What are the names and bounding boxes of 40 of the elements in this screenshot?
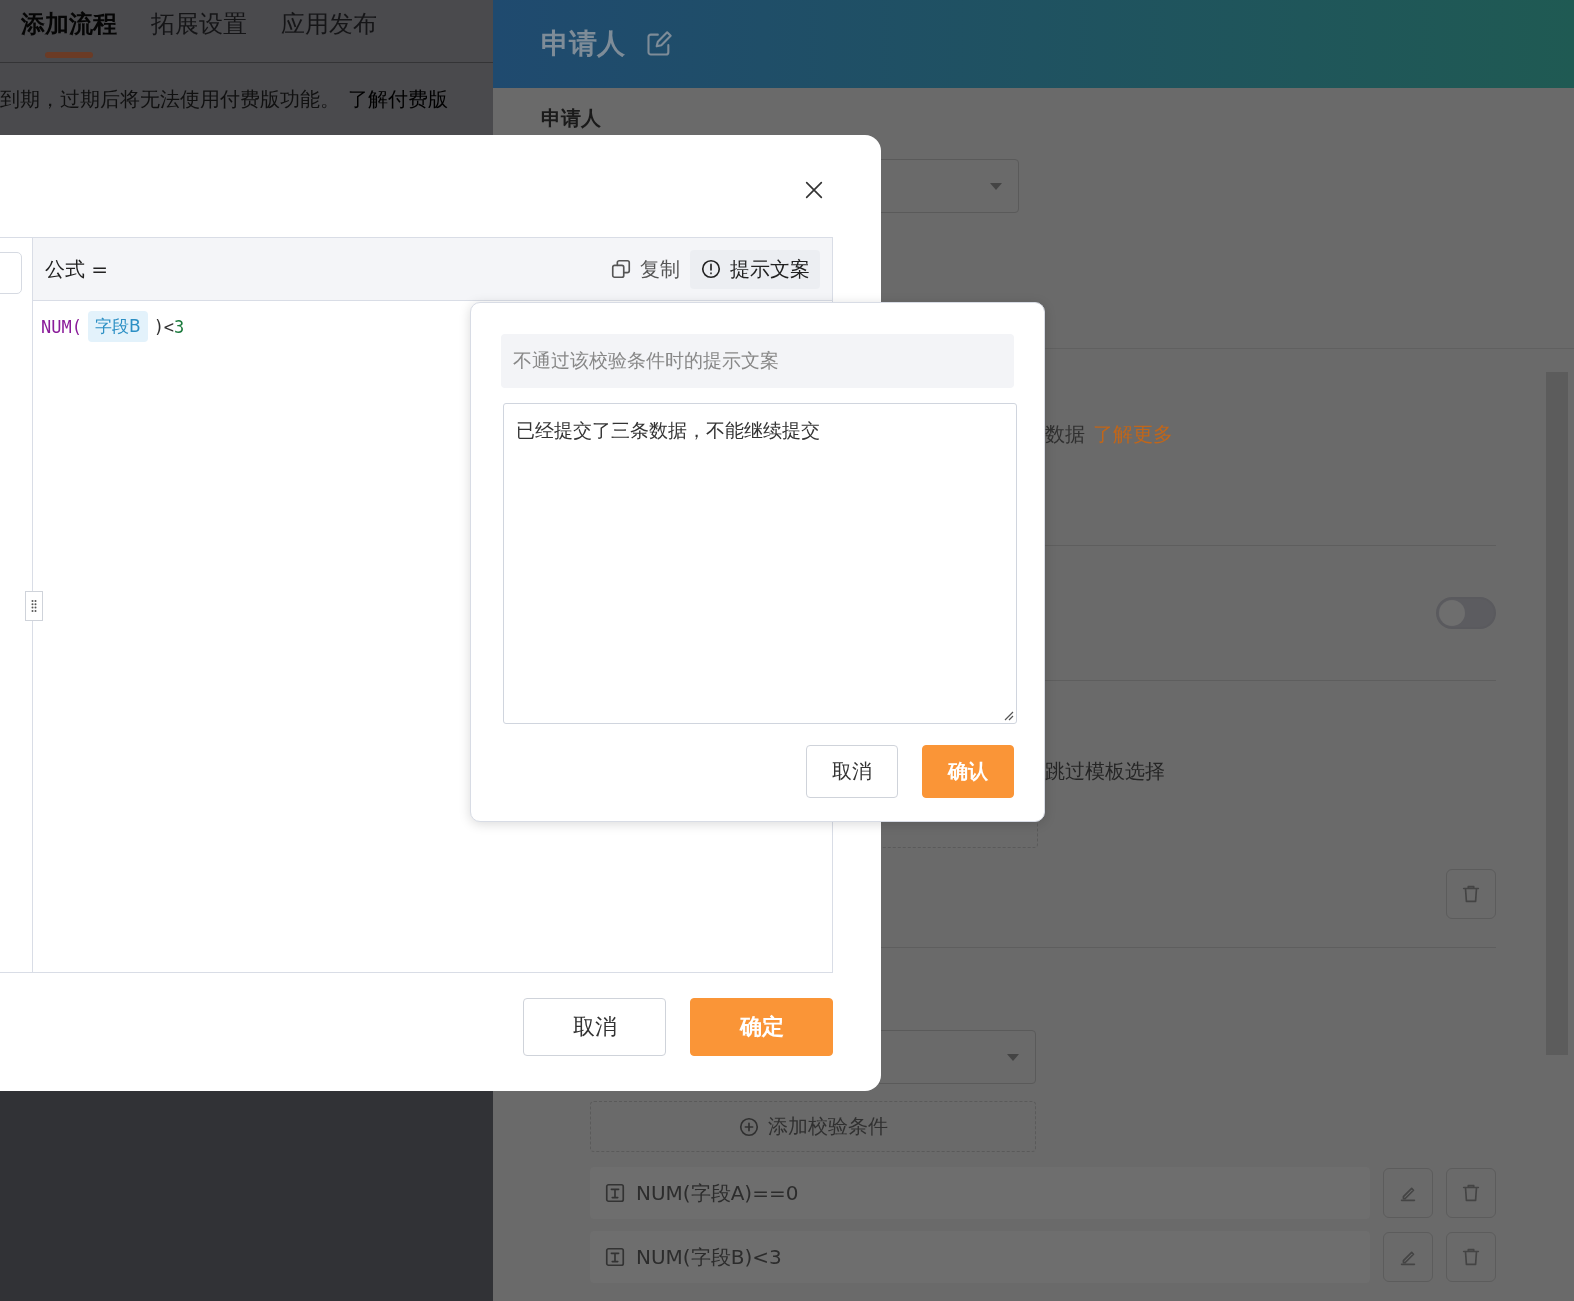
text-field-icon [604, 1182, 626, 1204]
edit-button[interactable] [1383, 1232, 1433, 1282]
caret-icon [1007, 1053, 1019, 1061]
close-button[interactable] [803, 179, 825, 201]
delete-button[interactable] [1446, 1168, 1496, 1218]
text-field-icon [604, 1246, 626, 1268]
notice-text: 到期，过期后将无法使用付费版功能。 [0, 85, 340, 113]
nav-tab[interactable]: 添加流程 [21, 0, 117, 62]
add-condition-button[interactable]: 添加校验条件 [590, 1101, 1036, 1152]
hint-text: 数据 [1045, 422, 1085, 446]
confirm-button[interactable]: 确认 [922, 745, 1014, 798]
copy-icon [610, 258, 632, 280]
copy-button[interactable]: 复制 [600, 249, 690, 289]
edit-icon [645, 30, 673, 58]
cancel-button[interactable]: 取消 [806, 745, 898, 798]
info-icon [700, 258, 722, 280]
panel-title: 申请人 [541, 26, 625, 62]
confirm-button[interactable]: 确定 [690, 998, 833, 1056]
tip-text-button[interactable]: 提示文案 [690, 249, 820, 289]
trash-icon [1460, 883, 1482, 905]
condition-text: NUM(字段A)==0 [636, 1179, 799, 1207]
pricing-link[interactable]: 了解付费版 [348, 85, 448, 113]
popover-title: 不通过该校验条件时的提示文案 [501, 334, 1014, 388]
edit-button[interactable] [1383, 1168, 1433, 1218]
close-icon [803, 179, 825, 201]
resize-grip-icon[interactable] [1002, 709, 1014, 721]
message-textarea[interactable]: 已经提交了三条数据，不能继续提交 [503, 403, 1017, 724]
delete-button[interactable] [1446, 1232, 1496, 1282]
formula-label: 公式 = [45, 255, 110, 283]
condition-text: NUM(字段B)<3 [636, 1243, 782, 1271]
drag-handle[interactable] [25, 591, 43, 621]
trash-icon [1460, 1182, 1482, 1204]
trash-icon [1460, 1246, 1482, 1268]
caret-icon [990, 182, 1002, 190]
field-label: 申请人 [541, 105, 602, 132]
option-text: 跳过模板选择 [1045, 758, 1165, 785]
cancel-button[interactable]: 取消 [523, 998, 666, 1056]
learn-more-link[interactable]: 了解更多 [1093, 422, 1173, 446]
plus-circle-icon [738, 1115, 760, 1138]
delete-button[interactable] [1446, 869, 1496, 919]
